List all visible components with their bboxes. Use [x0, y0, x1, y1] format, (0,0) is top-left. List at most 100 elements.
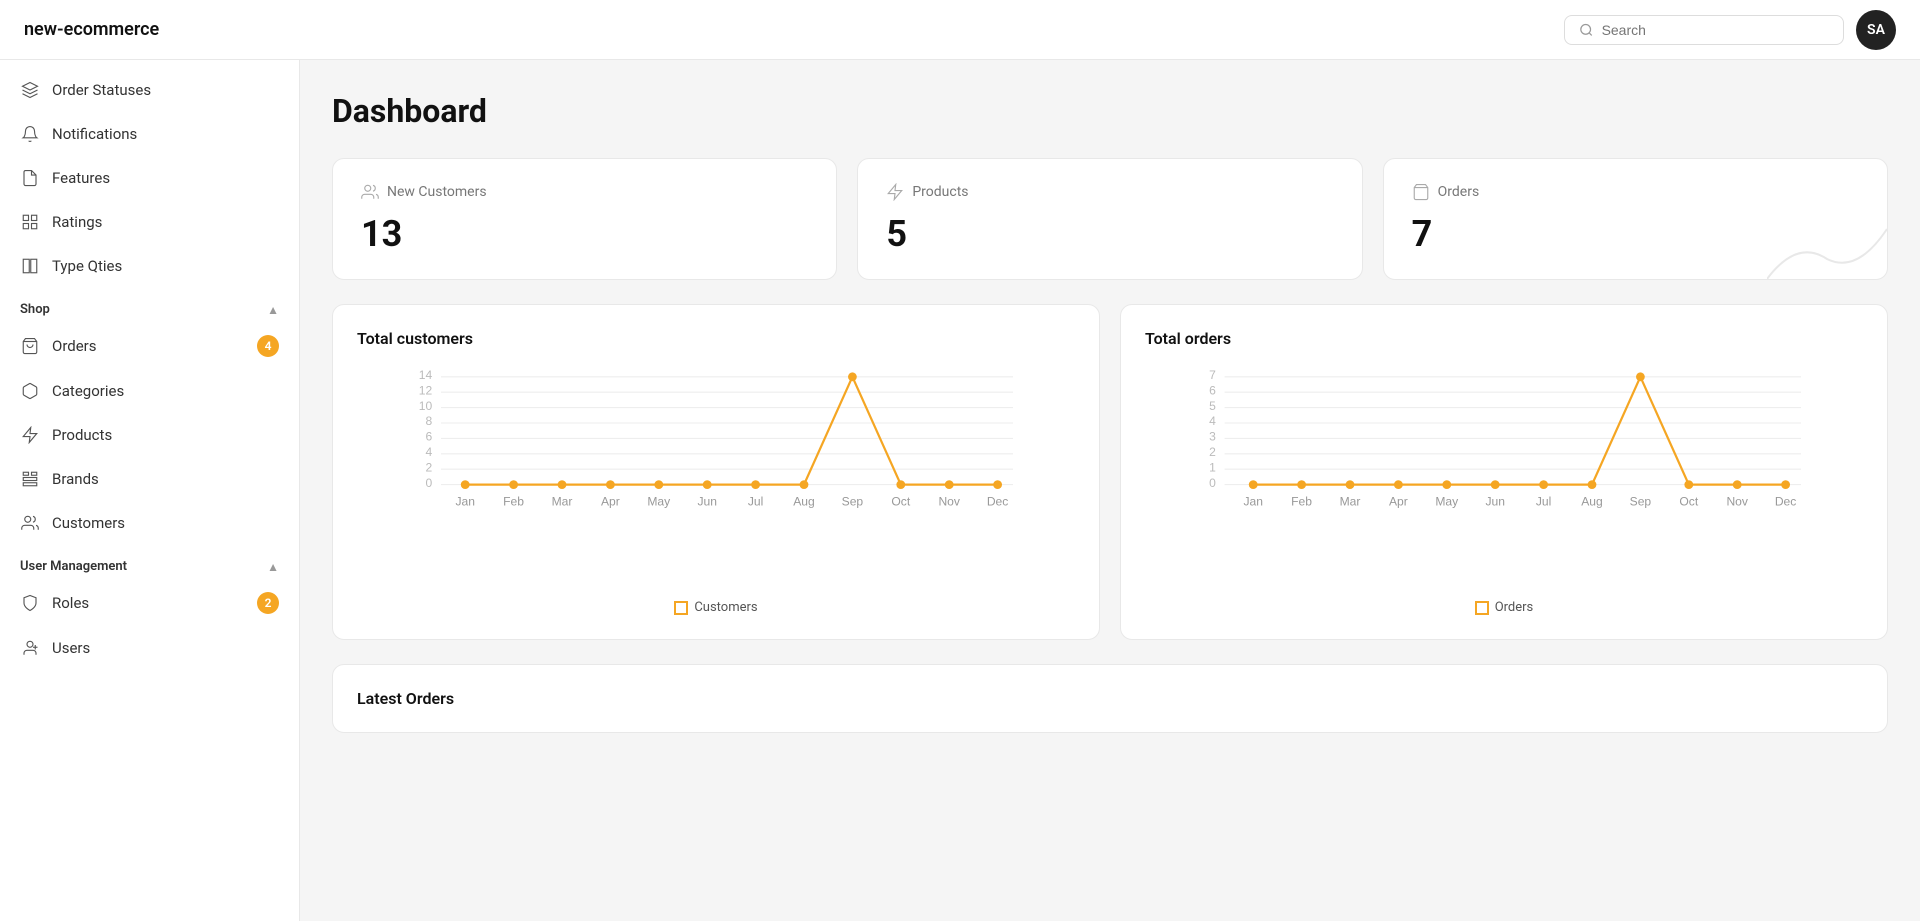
sidebar-item-features[interactable]: Features: [0, 156, 299, 200]
orders-chart-svg: 7 6 5 4 3 2 1 0: [1145, 368, 1863, 588]
stat-card-header-products: Products: [886, 183, 1333, 201]
total-orders-title: Total orders: [1145, 329, 1863, 348]
bell-icon: [20, 124, 40, 144]
customers-chart-container: 14 12 10 8 6 4 2 0: [357, 368, 1075, 588]
products-icon: [886, 183, 904, 201]
new-customers-icon: [361, 183, 379, 201]
sidebar-label-roles: Roles: [52, 594, 245, 612]
layers-icon: [20, 80, 40, 100]
lightning-icon: [20, 425, 40, 445]
svg-text:Nov: Nov: [938, 495, 960, 509]
orders-chart-container: 7 6 5 4 3 2 1 0: [1145, 368, 1863, 588]
user-plus-icon: [20, 638, 40, 658]
stats-row: New Customers 13 Products 5: [332, 158, 1888, 280]
orders-icon: [1412, 183, 1430, 201]
bag-icon: [20, 336, 40, 356]
sidebar-label-products: Products: [52, 426, 279, 444]
search-box[interactable]: [1564, 15, 1844, 45]
svg-text:2: 2: [1209, 445, 1216, 459]
search-input[interactable]: [1602, 22, 1829, 38]
sidebar-item-brands[interactable]: Brands: [0, 457, 299, 501]
sidebar-label-brands: Brands: [52, 470, 279, 488]
shield-icon: [20, 593, 40, 613]
sidebar-label-orders: Orders: [52, 337, 245, 355]
total-customers-chart-card: Total customers 14 12 10 8 6 4: [332, 304, 1100, 640]
brand-icon: [20, 469, 40, 489]
orders-legend-box: [1475, 601, 1489, 615]
svg-text:14: 14: [419, 368, 433, 382]
sidebar-label-categories: Categories: [52, 382, 279, 400]
sidebar-label-customers: Customers: [52, 514, 279, 532]
products-label: Products: [912, 184, 968, 200]
svg-text:7: 7: [1209, 368, 1216, 382]
svg-text:Feb: Feb: [503, 495, 524, 509]
sidebar-item-products[interactable]: Products: [0, 413, 299, 457]
page-title: Dashboard: [332, 92, 1888, 130]
svg-text:Dec: Dec: [987, 495, 1009, 509]
sidebar-item-orders[interactable]: Orders 4: [0, 323, 299, 369]
sidebar-label-order-statuses: Order Statuses: [52, 81, 279, 99]
orders-label: Orders: [1438, 184, 1480, 200]
sidebar-item-users[interactable]: Users: [0, 626, 299, 670]
svg-text:0: 0: [1209, 476, 1216, 490]
customers-chart-legend: Customers: [357, 600, 1075, 615]
sidebar-label-users: Users: [52, 639, 279, 657]
svg-text:8: 8: [425, 414, 432, 428]
file-icon: [20, 168, 40, 188]
total-customers-title: Total customers: [357, 329, 1075, 348]
svg-text:5: 5: [1209, 399, 1216, 413]
user-management-section-label: User Management: [20, 559, 127, 574]
svg-text:Jan: Jan: [1243, 495, 1263, 509]
svg-text:Sep: Sep: [842, 495, 864, 509]
svg-text:2: 2: [425, 460, 432, 474]
svg-text:4: 4: [425, 445, 432, 459]
stat-card-orders: Orders 7: [1383, 158, 1888, 280]
orders-chart-legend: Orders: [1145, 600, 1863, 615]
sidebar-label-notifications: Notifications: [52, 125, 279, 143]
total-orders-chart-card: Total orders 7 6 5 4 3 2: [1120, 304, 1888, 640]
stat-card-products: Products 5: [857, 158, 1362, 280]
header: new-ecommerce SA: [0, 0, 1920, 60]
columns-icon: [20, 256, 40, 276]
customers-legend-box: [674, 601, 688, 615]
svg-text:Nov: Nov: [1726, 495, 1748, 509]
svg-text:Apr: Apr: [601, 495, 620, 509]
shop-section-header[interactable]: Shop ▲: [0, 288, 299, 323]
svg-text:0: 0: [425, 476, 432, 490]
stat-card-new-customers: New Customers 13: [332, 158, 837, 280]
logo: new-ecommerce: [24, 19, 159, 40]
svg-text:May: May: [1435, 495, 1459, 509]
sidebar-item-customers[interactable]: Customers: [0, 501, 299, 545]
svg-text:Jul: Jul: [748, 495, 763, 509]
sidebar-item-ratings[interactable]: Ratings: [0, 200, 299, 244]
svg-text:Aug: Aug: [793, 495, 815, 509]
charts-row: Total customers 14 12 10 8 6 4: [332, 304, 1888, 640]
orders-wave-chart: [1767, 219, 1887, 279]
svg-text:Sep: Sep: [1630, 495, 1652, 509]
svg-text:10: 10: [419, 399, 433, 413]
svg-text:Dec: Dec: [1775, 495, 1797, 509]
svg-text:6: 6: [1209, 383, 1216, 397]
sidebar-item-order-statuses[interactable]: Order Statuses: [0, 68, 299, 112]
shop-section-label: Shop: [20, 302, 50, 317]
main-content: Dashboard New Customers 13 Products: [300, 60, 1920, 921]
user-management-section-header[interactable]: User Management ▲: [0, 545, 299, 580]
sidebar-item-roles[interactable]: Roles 2: [0, 580, 299, 626]
users-icon: [20, 513, 40, 533]
svg-text:Aug: Aug: [1581, 495, 1603, 509]
sidebar-item-categories[interactable]: Categories: [0, 369, 299, 413]
chevron-up-icon: ▲: [267, 303, 279, 317]
sidebar-item-notifications[interactable]: Notifications: [0, 112, 299, 156]
svg-text:Jul: Jul: [1536, 495, 1551, 509]
svg-text:Jan: Jan: [455, 495, 475, 509]
svg-text:6: 6: [425, 430, 432, 444]
chevron-up-icon-2: ▲: [267, 560, 279, 574]
new-customers-label: New Customers: [387, 184, 487, 200]
svg-text:Jun: Jun: [697, 495, 717, 509]
sidebar-label-type-qties: Type Qties: [52, 257, 279, 275]
stat-card-header-customers: New Customers: [361, 183, 808, 201]
sidebar-item-type-qties[interactable]: Type Qties: [0, 244, 299, 288]
latest-orders-title: Latest Orders: [357, 689, 1863, 708]
layout: Order Statuses Notifications Features: [0, 60, 1920, 921]
svg-text:3: 3: [1209, 430, 1216, 444]
